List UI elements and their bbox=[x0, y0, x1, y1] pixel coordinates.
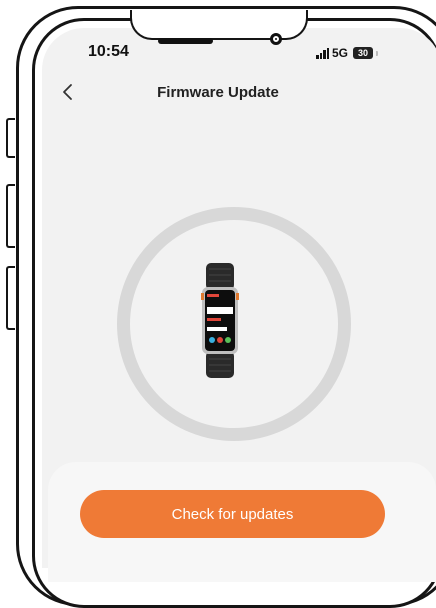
front-camera bbox=[270, 33, 282, 45]
signal-icon bbox=[316, 47, 329, 59]
network-type: 5G bbox=[332, 46, 349, 60]
battery-tip bbox=[376, 50, 379, 56]
phone-side-button bbox=[6, 118, 15, 158]
check-updates-button[interactable]: Check for updates bbox=[80, 490, 385, 538]
phone-volume-up-button bbox=[6, 184, 15, 248]
phone-volume-down-button bbox=[6, 266, 15, 330]
battery-level: 30 bbox=[358, 48, 369, 58]
status-indicators: 5G 30 bbox=[316, 46, 379, 60]
status-time: 10:54 bbox=[88, 43, 129, 60]
page-title: Firmware Update bbox=[157, 84, 279, 101]
battery-icon: 30 bbox=[353, 47, 374, 59]
smartwatch-image bbox=[201, 263, 239, 378]
speaker bbox=[158, 38, 213, 44]
